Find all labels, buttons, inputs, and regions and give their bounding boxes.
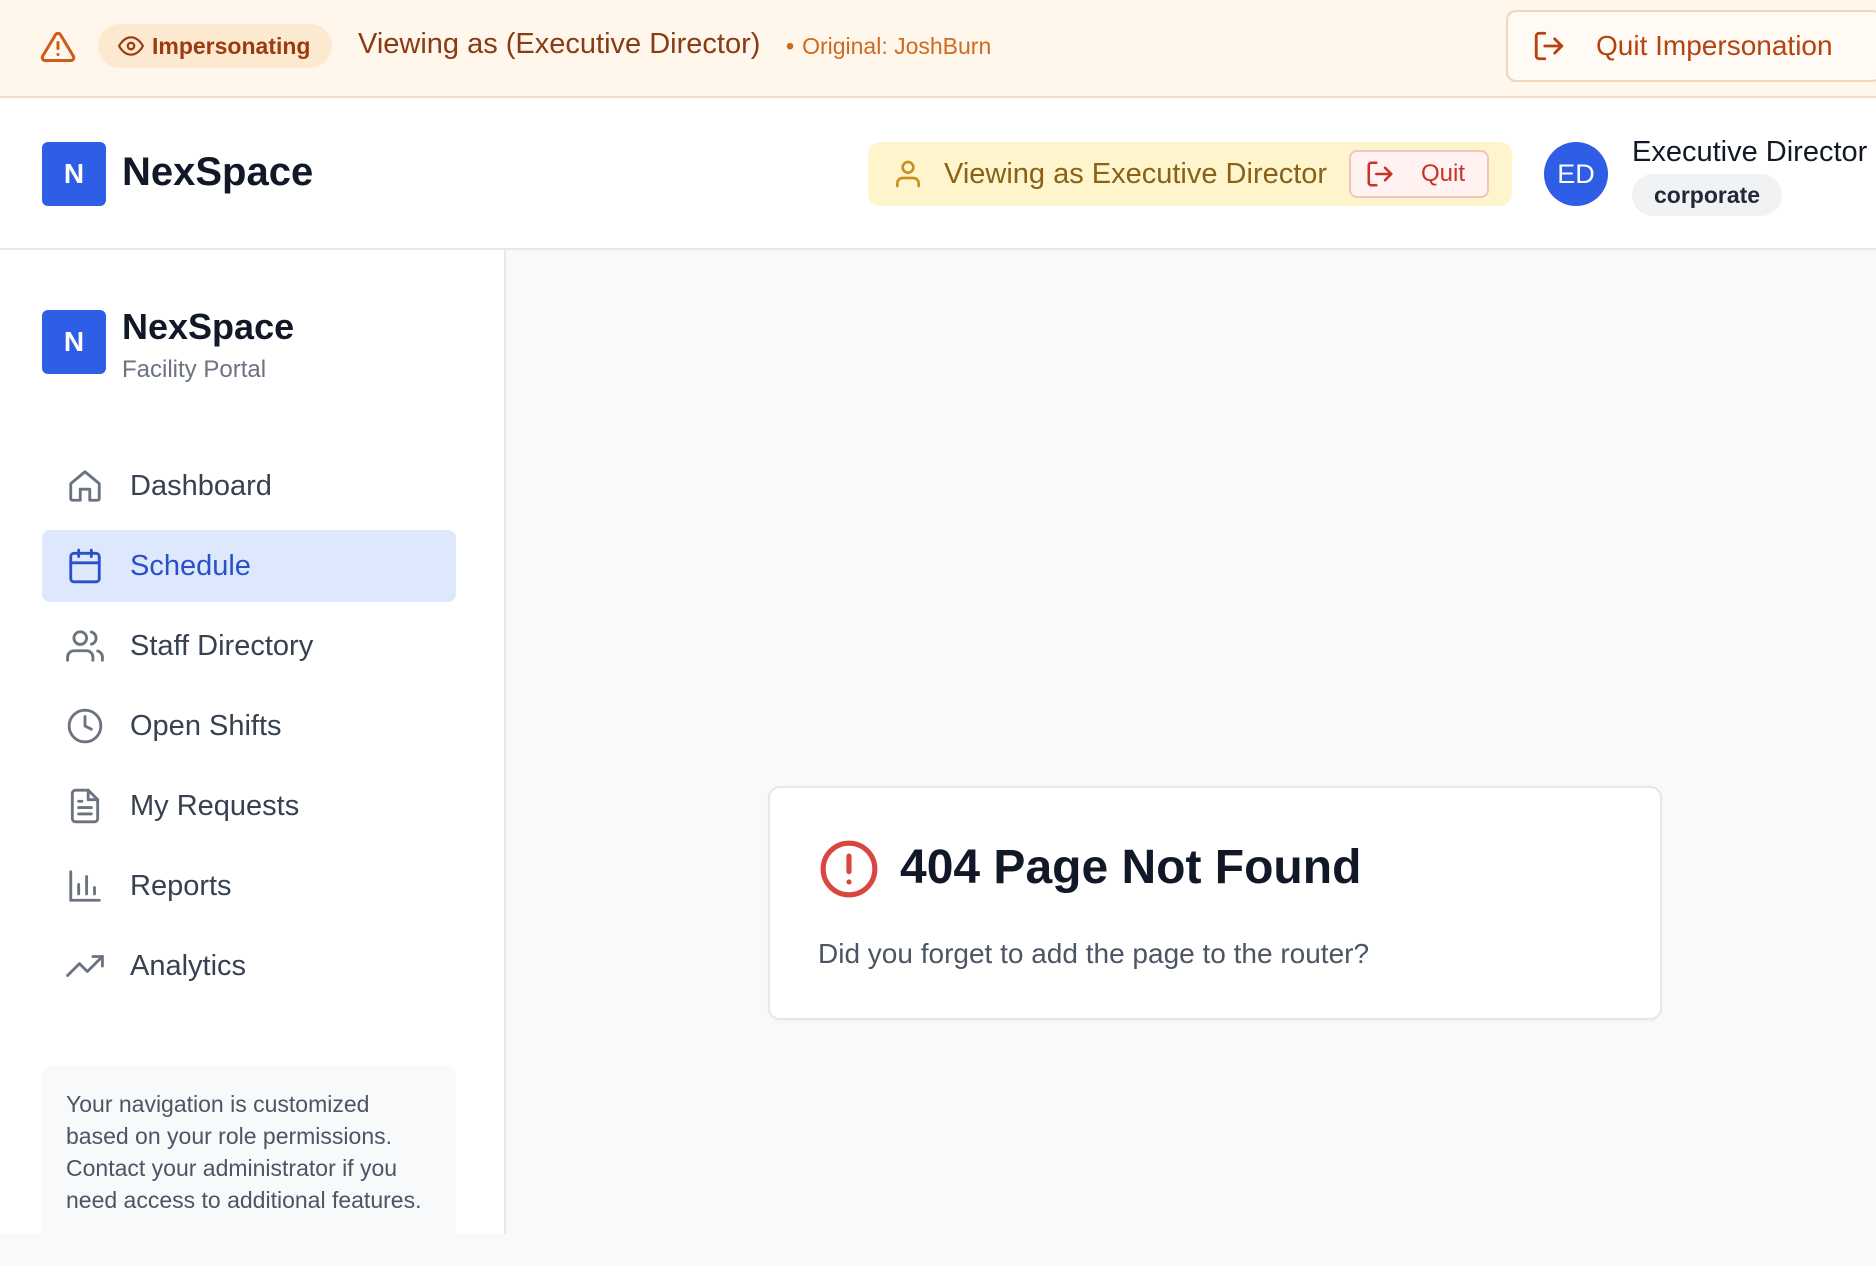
- impersonation-banner: Impersonating Viewing as (Executive Dire…: [0, 0, 1876, 98]
- impersonating-badge: Impersonating: [98, 24, 333, 68]
- error-card: 404 Page Not Found Did you forget to add…: [768, 786, 1662, 1020]
- log-out-icon: [1367, 161, 1393, 187]
- quit-label: Quit: [1421, 160, 1466, 187]
- top-header: N NexSpace Viewing as Executive Director…: [0, 98, 1876, 250]
- sidebar-item-staff-directory[interactable]: Staff Directory: [42, 610, 456, 682]
- sidebar-logo[interactable]: N: [42, 310, 106, 374]
- warning-icon: [40, 31, 76, 62]
- sidebar-item-open-shifts[interactable]: Open Shifts: [42, 690, 456, 762]
- sidebar-item-reports[interactable]: Reports: [42, 850, 456, 922]
- viewing-as-pill: Viewing as Executive Director Quit: [868, 142, 1512, 206]
- sidebar-item-label: Schedule: [130, 549, 251, 582]
- viewing-as-text: Viewing as (Executive Director): [358, 28, 761, 60]
- log-out-icon: [1534, 31, 1564, 61]
- sidebar-item-schedule[interactable]: Schedule: [42, 530, 456, 602]
- sidebar-item-label: Reports: [130, 869, 232, 902]
- sidebar: N NexSpace Facility Portal Dashboard Sch…: [0, 250, 506, 1266]
- sidebar-item-label: My Requests: [130, 789, 300, 822]
- error-message: Did you forget to add the page to the ro…: [818, 938, 1370, 969]
- avatar[interactable]: ED: [1544, 142, 1608, 206]
- users-icon: [66, 630, 104, 662]
- error-title: 404 Page Not Found: [900, 841, 1362, 894]
- sidebar-item-my-requests[interactable]: My Requests: [42, 770, 456, 842]
- impersonating-label: Impersonating: [152, 32, 311, 59]
- logo[interactable]: N: [42, 142, 106, 206]
- user-role-badge: corporate: [1632, 174, 1783, 216]
- calendar-icon: [69, 548, 101, 584]
- user-name: Executive Director: [1632, 136, 1868, 168]
- alert-circle-icon: [820, 840, 878, 898]
- sidebar-subtitle: Facility Portal: [122, 356, 267, 383]
- quit-impersonation-button[interactable]: Quit Impersonation: [1506, 10, 1876, 82]
- original-user-label: Original: JoshBurn: [802, 33, 992, 59]
- sidebar-item-label: Dashboard: [130, 469, 272, 502]
- quit-impersonation-label: Quit Impersonation: [1596, 30, 1833, 61]
- home-icon: [69, 470, 101, 502]
- sidebar-item-label: Analytics: [130, 949, 247, 982]
- bar-chart-icon: [69, 870, 101, 902]
- sidebar-item-label: Open Shifts: [130, 709, 282, 742]
- clock-icon: [67, 708, 103, 744]
- eye-icon: [118, 36, 144, 56]
- trending-up-icon: [66, 955, 104, 977]
- sidebar-item-label: Staff Directory: [130, 629, 314, 662]
- brand-name: NexSpace: [122, 150, 314, 194]
- user-icon: [896, 160, 920, 188]
- permissions-note: Your navigation is customized based on y…: [42, 1066, 456, 1266]
- original-user-text: • Original: JoshBurn: [786, 33, 992, 59]
- sidebar-item-dashboard[interactable]: Dashboard: [42, 450, 456, 522]
- file-text-icon: [70, 788, 100, 824]
- quit-button[interactable]: Quit: [1349, 150, 1489, 198]
- sidebar-item-analytics[interactable]: Analytics: [42, 930, 456, 1002]
- sidebar-brand: NexSpace: [122, 306, 295, 347]
- viewing-as-label: Viewing as Executive Director: [944, 157, 1328, 190]
